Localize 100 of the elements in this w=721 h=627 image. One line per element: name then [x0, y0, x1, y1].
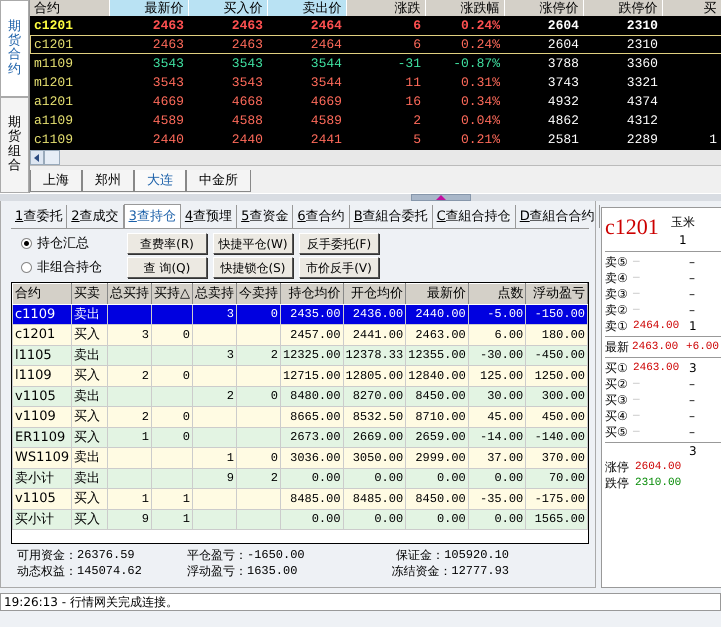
exchange-tab[interactable]: 大连: [134, 170, 186, 192]
table-row[interactable]: c1109 卖出 3 0 2435.00 2436.00 2440.00 -5.00 -150.00: [12, 304, 588, 324]
table-cell: 8450.00: [415, 492, 466, 506]
action-button[interactable]: 反手委托(F): [299, 233, 379, 254]
query-tab[interactable]: D查組合合约: [516, 204, 600, 228]
table-cell: 0.00: [312, 471, 341, 486]
column-header[interactable]: 买持△: [151, 284, 192, 304]
table-cell: 买入: [74, 430, 100, 444]
column-header[interactable]: 开仓均价: [343, 284, 406, 304]
table-cell: 买入: [74, 491, 100, 506]
table-cell: 买入: [74, 368, 100, 383]
exchange-tab[interactable]: 中金所: [186, 170, 251, 192]
query-tab[interactable]: 4查预埋: [180, 204, 238, 228]
query-tab[interactable]: 5查资金: [237, 204, 294, 228]
table-row[interactable]: v1105 卖出 2 0 8480.00 8270.00 8450.00 30.00 300.00: [12, 386, 588, 406]
radio-label[interactable]: 非组合持仓: [37, 258, 102, 278]
side-tab[interactable]: 期货组合: [0, 96, 29, 193]
table-cell: 0: [270, 450, 278, 465]
level-volume: –: [689, 254, 696, 270]
table-cell: -35.00: [480, 492, 524, 506]
level-label: 买①: [605, 360, 629, 376]
table-row[interactable]: l1105 卖出 3 2 12325.00 12378.33 12355.00 -30.00 -450.00: [12, 345, 588, 366]
column-header[interactable]: 合约: [12, 284, 72, 304]
query-tab[interactable]: 3查持仓: [124, 204, 181, 228]
column-header[interactable]: 买入价: [188, 0, 267, 16]
table-cell: -150.00: [534, 307, 585, 322]
level-price: —: [633, 393, 641, 408]
quote-cell: m1109: [30, 54, 109, 73]
table-row[interactable]: WS1109 卖出 1 0 3036.00 3050.00 2999.00 37.00 370.00: [12, 448, 588, 468]
table-cell: 12715.00: [282, 368, 341, 383]
table-row[interactable]: v1105 买入 1 1 8485.00 8485.00 8450.00 -35.00 -175.00: [12, 488, 588, 509]
table-cell: 2463.00: [415, 328, 466, 342]
column-header[interactable]: 涨停价: [504, 0, 583, 16]
table-cell: 0.00: [494, 512, 524, 526]
side-tab[interactable]: 期货合约: [0, 0, 29, 96]
quote-cell-text: 3321: [626, 74, 659, 92]
exchange-tab[interactable]: 郑州: [82, 170, 134, 192]
table-row[interactable]: 买小计 买入 9 1 0.00 0.00 0.00 0.00 1565.00: [12, 509, 588, 530]
column-header[interactable]: 合约: [30, 0, 109, 16]
query-tab[interactable]: C查組合持仓: [432, 204, 516, 228]
query-tab[interactable]: 1查委托: [11, 204, 68, 228]
table-row[interactable]: l1109 买入 2 0 12715.00 12805.00 12840.00 125.00 1250.00: [12, 366, 588, 386]
column-header[interactable]: 浮动盈亏: [526, 284, 588, 304]
table-cell: 2999.00: [415, 450, 466, 465]
quote-cell: 2463: [188, 16, 267, 35]
column-header[interactable]: 持仓均价: [280, 284, 344, 304]
radio-button[interactable]: [21, 238, 32, 249]
column-header[interactable]: 今卖持: [236, 284, 280, 304]
table-cell: 2669.00: [352, 430, 404, 444]
quote-cell: -0.87%: [425, 54, 504, 73]
quote-cell-text: 4588: [230, 112, 264, 130]
query-tab[interactable]: B查組合委托: [350, 204, 433, 228]
table-cell: 2: [270, 471, 278, 486]
radio-button[interactable]: [21, 262, 32, 273]
table-cell: 8450.00: [415, 389, 466, 404]
column-header[interactable]: 跌停价: [583, 0, 662, 16]
action-button[interactable]: 查费率(R): [127, 233, 207, 254]
column-header[interactable]: 点数: [468, 284, 526, 304]
level-volume: –: [689, 376, 696, 392]
scroll-left-button[interactable]: [30, 150, 44, 165]
quote-cell-text: 4589: [310, 112, 343, 130]
column-header[interactable]: 最新价: [109, 0, 188, 16]
splitter-handle[interactable]: [410, 194, 470, 201]
summary-label: 可用资金：: [17, 547, 77, 563]
column-header[interactable]: 买: [662, 0, 721, 16]
column-header[interactable]: 总卖持: [192, 284, 236, 304]
column-header[interactable]: 买卖: [72, 284, 108, 304]
column-header[interactable]: 最新价: [406, 284, 468, 304]
exchange-tab[interactable]: 上海: [30, 170, 82, 192]
table-cell: 1: [182, 512, 190, 526]
quote-cell: c1201: [30, 35, 109, 54]
scrollbar-thumb[interactable]: [44, 150, 60, 165]
table-cell: 0: [182, 328, 190, 342]
table-row[interactable]: ER1109 买入 1 0 2673.00 2669.00 2659.00 -14.00 -140.00: [12, 427, 588, 448]
action-button[interactable]: 查 询(Q): [127, 257, 207, 278]
table-cell: 卖出: [74, 450, 100, 465]
table-cell: 12325.00: [282, 348, 341, 362]
query-tab[interactable]: 6查合约: [293, 204, 350, 228]
column-header[interactable]: 涨跌: [346, 0, 425, 16]
quote-cell-text: 2: [412, 112, 422, 130]
quote-cell-text: 0.21%: [460, 131, 501, 149]
table-row[interactable]: v1109 买入 2 0 8665.00 8532.50 8710.00 45.00 450.00: [12, 406, 588, 427]
limit-price: 2310.00: [635, 476, 682, 491]
column-header[interactable]: 总买持: [107, 284, 152, 304]
table-cell: WS1109: [15, 450, 70, 465]
radio-label[interactable]: 持仓汇总: [37, 234, 89, 254]
table-row[interactable]: c1201 买入 3 0 2457.00 2441.00 2463.00 6.00 180.00: [12, 324, 588, 345]
quote-cell-text: 2440: [230, 131, 264, 149]
table-cell: 1: [142, 430, 149, 444]
action-button[interactable]: 市价反手(V): [299, 257, 379, 278]
level-label: 最新: [605, 339, 630, 355]
table-row[interactable]: 卖小计 卖出 9 2 0.00 0.00 0.00 0.00 70.00: [12, 468, 588, 488]
column-header[interactable]: 涨跌幅: [425, 0, 504, 16]
action-button[interactable]: 快捷平仓(W): [213, 233, 293, 254]
quote-cell-text: 0.31%: [460, 74, 501, 92]
quote-cell-text: 4668: [230, 93, 264, 111]
column-header[interactable]: 卖出价: [267, 0, 346, 16]
action-button[interactable]: 快捷锁仓(S): [213, 257, 293, 278]
status-message: 19:26:13 - 行情网关完成连接。: [0, 593, 721, 611]
quote-cell-text: 4862: [546, 112, 580, 130]
